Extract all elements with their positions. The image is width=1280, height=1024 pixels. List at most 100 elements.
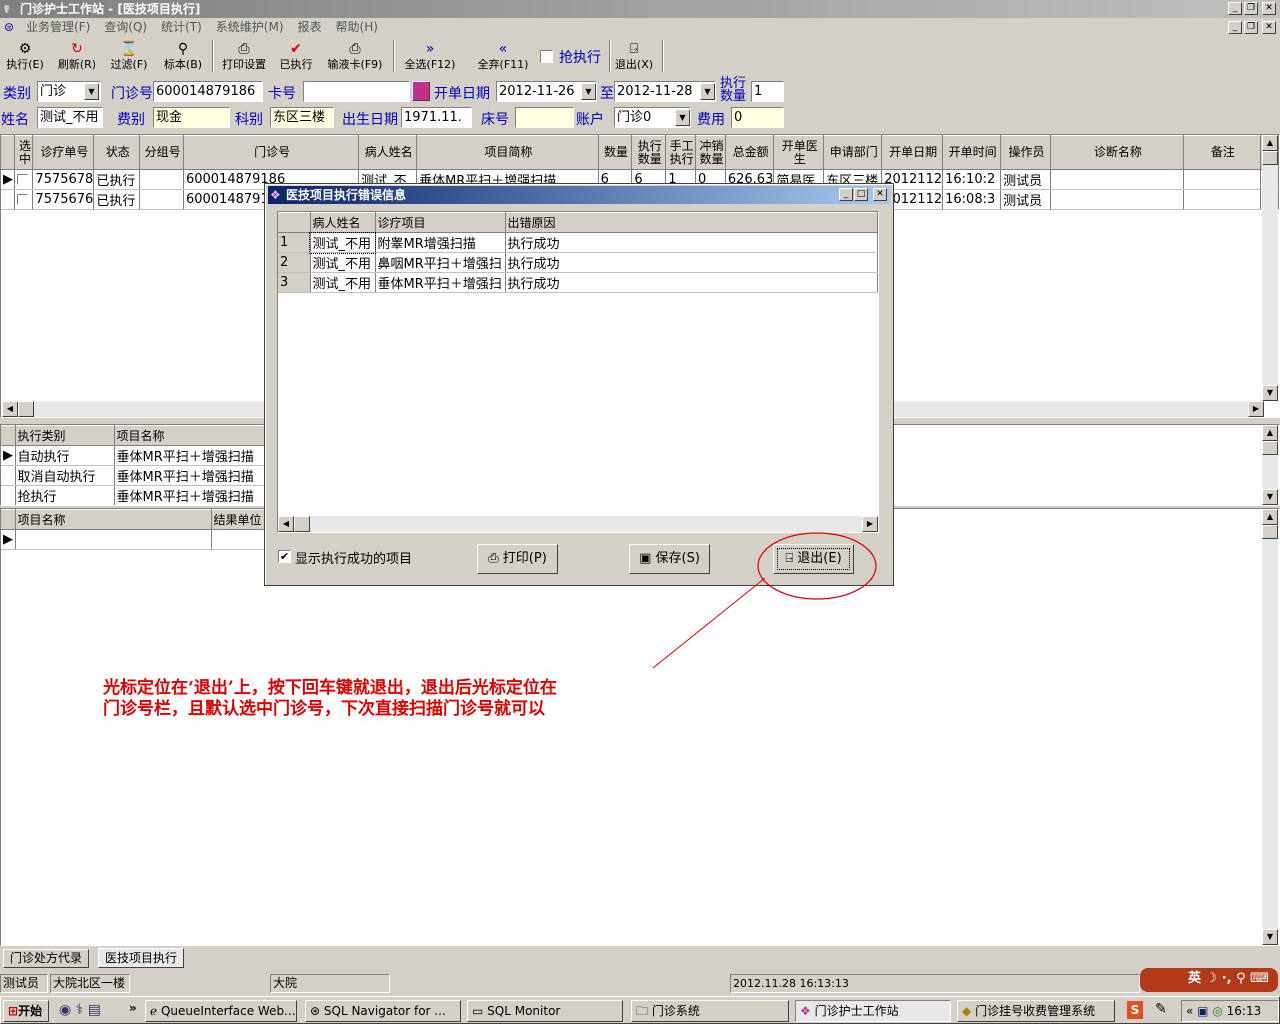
dialog-minimize-icon[interactable]: _ (839, 188, 853, 201)
column-header[interactable]: 选中 (14, 135, 34, 170)
exit-button[interactable]: ⍈ 退出(E) (773, 544, 854, 574)
scroll-left-icon[interactable]: ◀ (278, 516, 294, 532)
tab-outpatient-prescription[interactable]: 门诊处方代录 (3, 949, 89, 968)
table-cell[interactable]: 测试_不用 (310, 252, 376, 273)
filter-button[interactable]: ⌛ 过滤(F) (106, 40, 152, 74)
execute-button[interactable]: ⚙ 执行(E) (2, 40, 48, 74)
restore-icon[interactable]: ❐ (1244, 2, 1258, 15)
chevron-down-icon[interactable]: ▼ (675, 109, 690, 126)
network-icon[interactable]: ▣ (1197, 1004, 1208, 1018)
executed-button[interactable]: ✔ 已执行 (276, 40, 316, 74)
menu-item[interactable]: 查询(Q) (104, 20, 147, 34)
column-header[interactable]: 诊疗单号 (32, 135, 95, 170)
scroll-thumb[interactable] (294, 516, 310, 532)
table-cell[interactable]: 取消自动执行 (15, 465, 115, 486)
table-cell[interactable]: 测试_不用 (310, 272, 376, 293)
child-close-icon[interactable]: ✕ (1262, 21, 1276, 34)
scroll-right-icon[interactable]: ▶ (1248, 401, 1264, 417)
table-cell[interactable]: 测试_不用 (309, 231, 376, 254)
specimen-button[interactable]: ⚲ 标本(B) (158, 40, 208, 74)
column-header[interactable]: 总金额 (725, 135, 775, 170)
save-button[interactable]: ▣ 保存(S) (629, 544, 710, 574)
scroll-down-icon[interactable]: ▼ (1262, 929, 1278, 945)
menu-item[interactable]: 统计(T) (161, 20, 202, 34)
dialog-close-icon[interactable]: ✕ (873, 188, 887, 201)
main-grid-vscroll[interactable]: ▲ ▼ (1262, 135, 1278, 401)
scroll-thumb[interactable] (1262, 441, 1278, 455)
table-cell[interactable]: 附睾MR增强扫描 (375, 232, 506, 253)
chevron-down-icon[interactable]: ▼ (700, 83, 715, 100)
table-cell[interactable]: 已执行 (93, 189, 141, 210)
exec-qty-input[interactable]: 1 (751, 81, 784, 102)
table-cell[interactable] (1050, 189, 1184, 210)
quicklaunch-icons[interactable]: ◉ ⚕ ▤ (59, 1002, 101, 1018)
column-header[interactable]: 冲销数量 (695, 135, 726, 170)
infusion-card-button[interactable]: ⎙ 输液卡(F9) (322, 40, 388, 74)
column-header[interactable]: 执行类别 (15, 425, 115, 446)
table-cell[interactable]: 垂体MR平扫＋增强扫描 (114, 445, 275, 466)
fee-input[interactable]: 0 (731, 107, 784, 128)
table-cell[interactable]: 鼻咽MR平扫＋增强扫 (375, 252, 506, 273)
quicklaunch-more-icon[interactable]: » (129, 1001, 137, 1015)
name-input[interactable]: 测试_不用 (37, 107, 103, 128)
select-all-button[interactable]: » 全选(F12) (398, 40, 462, 74)
bed-no-input[interactable] (515, 107, 574, 128)
column-header[interactable]: 开单时间 (942, 135, 1002, 170)
tray-expand-icon[interactable]: « (1186, 1004, 1193, 1018)
exit-button[interactable]: ⍈ 退出(X) (612, 40, 656, 74)
table-cell[interactable]: 垂体MR平扫＋增强扫描 (114, 485, 275, 505)
table-cell[interactable]: 垂体MR平扫＋增强扫描 (114, 465, 275, 486)
dialog-grid-hscroll[interactable]: ◀ ▶ (278, 516, 878, 532)
table-row[interactable]: ▶ 自动执行 垂体MR平扫＋增强扫描 (1, 445, 275, 466)
deselect-all-button[interactable]: «全弃(F11) (472, 40, 534, 74)
table-cell[interactable]: 测试员 (1000, 189, 1051, 210)
menu-item[interactable]: 系统维护(M) (216, 20, 284, 34)
rush-execute-checkbox[interactable] (540, 50, 553, 63)
table-row[interactable]: 3 测试_不用 垂体MR平扫＋增强扫 执行成功 (278, 272, 878, 293)
table-cell[interactable] (1183, 169, 1262, 190)
table-cell[interactable]: 测试员 (1000, 169, 1051, 190)
row-select-checkbox[interactable] (14, 189, 34, 210)
table-cell[interactable]: 16:08:3 (942, 189, 1002, 210)
table-cell[interactable]: 7575676 (32, 189, 95, 210)
scroll-up-icon[interactable]: ▲ (1262, 509, 1278, 525)
column-header[interactable]: 诊断名称 (1050, 135, 1184, 170)
child-minimize-icon[interactable]: _ (1228, 21, 1242, 34)
column-header[interactable]: 项目简称 (416, 135, 599, 170)
scroll-down-icon[interactable]: ▼ (1262, 385, 1278, 401)
task-nurse-station[interactable]: ❖ 门诊护士工作站 (795, 1000, 951, 1022)
task-sql-monitor[interactable]: ▭ SQL Monitor (467, 1000, 623, 1022)
table-row[interactable]: 2 测试_不用 鼻咽MR平扫＋增强扫 执行成功 (278, 252, 878, 273)
column-header[interactable]: 出错原因 (505, 212, 878, 233)
table-cell[interactable]: 7575678 (32, 169, 95, 190)
table-cell[interactable]: 执行成功 (505, 272, 878, 293)
column-header[interactable]: 诊疗项目 (375, 212, 506, 233)
chevron-down-icon[interactable]: ▼ (581, 83, 596, 100)
table-cell[interactable] (139, 189, 184, 210)
table-cell[interactable]: 抢执行 (15, 485, 115, 505)
scroll-thumb[interactable] (1262, 151, 1278, 165)
scroll-down-icon[interactable]: ▼ (1262, 489, 1278, 505)
menu-item[interactable]: 报表 (298, 20, 322, 34)
task-sql-navigator[interactable]: ⊛ SQL Navigator for ... (305, 1000, 461, 1022)
clinic-no-input[interactable]: 600014879186 (153, 81, 263, 102)
task-outpatient-system[interactable]: 🗀 门诊系统 (631, 1000, 789, 1022)
birth-date-input[interactable]: 1971.11. (401, 107, 472, 128)
dept-input[interactable]: 东区三楼 (270, 107, 334, 128)
task-queueinterface[interactable]: ℯ QueueInterface Web... (145, 1000, 297, 1022)
antivirus-icon[interactable]: ◎ (1212, 1004, 1222, 1018)
dialog-maximize-icon[interactable]: □ (854, 188, 868, 201)
result-grid-vscroll[interactable]: ▲ ▼ (1262, 509, 1278, 945)
refresh-button[interactable]: ↻ 刷新(R) (54, 40, 100, 74)
start-button[interactable]: ⊞开始 (3, 1000, 49, 1022)
column-header[interactable]: 门诊号 (183, 135, 360, 170)
column-header[interactable]: 状态 (93, 135, 141, 170)
scroll-left-icon[interactable]: ◀ (2, 401, 18, 417)
print-button[interactable]: ⎙ 打印(P) (477, 544, 558, 574)
scroll-thumb[interactable] (18, 401, 34, 417)
table-cell[interactable]: 自动执行 (15, 445, 115, 466)
table-cell[interactable] (1183, 189, 1262, 210)
pen-icon[interactable]: ✎ (1155, 1001, 1167, 1017)
row-select-checkbox[interactable] (14, 169, 34, 190)
column-header[interactable]: 病人姓名 (358, 135, 418, 170)
